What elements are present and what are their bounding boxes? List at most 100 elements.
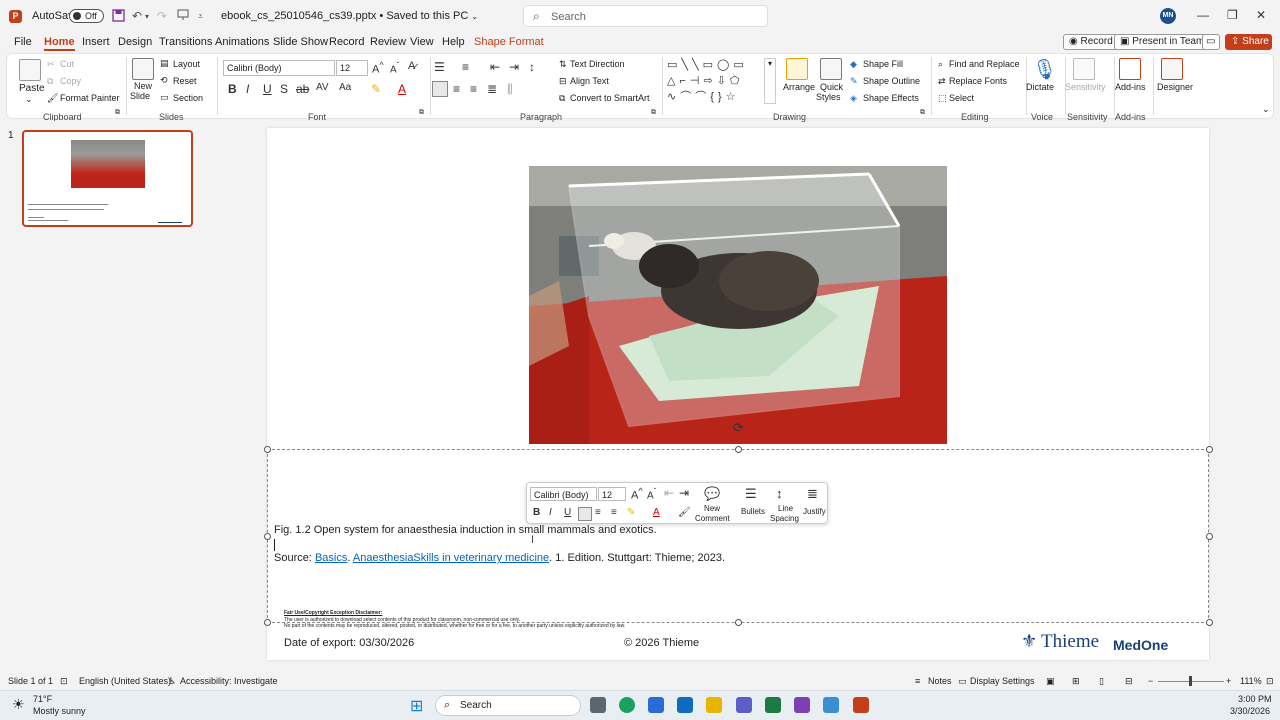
align-center-icon[interactable]: ≡: [453, 82, 460, 96]
layout-label[interactable]: Layout: [173, 59, 200, 69]
mini-decrease-indent-icon[interactable]: ⇤: [664, 486, 674, 500]
resize-handle[interactable]: [1206, 533, 1213, 540]
mini-justify-icon[interactable]: ≣: [807, 486, 818, 502]
select-label[interactable]: Select: [949, 93, 974, 103]
share-button[interactable]: ⇪ Share: [1225, 34, 1272, 50]
mini-align-right-icon[interactable]: ≡: [611, 507, 617, 518]
font-size-combo[interactable]: 12: [336, 60, 368, 76]
resize-handle[interactable]: [1206, 619, 1213, 626]
shape-effects-label[interactable]: Shape Effects: [863, 93, 919, 103]
increase-font-icon[interactable]: A^: [372, 60, 384, 76]
snipping-tool-icon[interactable]: [823, 697, 839, 713]
customize-qat-icon[interactable]: ⩡: [198, 11, 203, 22]
quick-styles-label[interactable]: Quick: [820, 82, 843, 92]
present-from-start-icon[interactable]: [177, 9, 189, 24]
text-direction-label[interactable]: Text Direction: [570, 59, 625, 69]
shapes-gallery-scroll[interactable]: ▾: [764, 58, 776, 104]
shape-outline-label[interactable]: Shape Outline: [863, 76, 920, 86]
clock-date[interactable]: 3/30/2026: [1230, 706, 1270, 716]
italic-icon[interactable]: I: [246, 82, 249, 96]
shapes-gallery[interactable]: ▭╲╲▭◯▭ △⌐⊣⇨⇩⬠ ∿⌒⌒{}☆: [667, 57, 767, 107]
document-title[interactable]: ebook_cs_25010546_cs39.pptx • Saved to t…: [221, 10, 478, 22]
resize-handle[interactable]: [264, 619, 271, 626]
arrange-label[interactable]: Arrange: [783, 82, 815, 92]
powerpoint-taskbar-icon[interactable]: [853, 697, 869, 713]
microphone-icon[interactable]: 🎙: [1032, 57, 1057, 82]
rotate-handle-icon[interactable]: ⟳: [733, 420, 744, 436]
tab-slide-show[interactable]: Slide Show: [273, 36, 328, 48]
change-case-icon[interactable]: Aa: [339, 82, 351, 93]
paste-icon[interactable]: [19, 59, 41, 81]
display-settings-button[interactable]: Display Settings: [970, 676, 1035, 686]
notes-button[interactable]: Notes: [928, 676, 952, 686]
tab-help[interactable]: Help: [442, 36, 465, 48]
tab-home[interactable]: Home: [44, 36, 75, 51]
resize-handle[interactable]: [735, 446, 742, 453]
mini-underline-icon[interactable]: U: [564, 507, 571, 518]
font-name-combo[interactable]: Calibri (Body): [223, 60, 335, 76]
mini-format-painter-icon[interactable]: 🖌: [678, 507, 691, 518]
resize-handle[interactable]: [1206, 446, 1213, 453]
increase-indent-icon[interactable]: ⇥: [509, 60, 519, 74]
find-replace-label[interactable]: Find and Replace: [949, 59, 1020, 69]
mini-line-spacing-icon[interactable]: ↕: [776, 486, 783, 501]
collapse-ribbon-icon[interactable]: ⌄: [1262, 104, 1270, 115]
shape-fill-label[interactable]: Shape Fill: [863, 59, 903, 69]
present-in-teams-button[interactable]: ▣ Present in Teams: [1114, 34, 1216, 50]
reset-label[interactable]: Reset: [173, 76, 197, 86]
source-citation[interactable]: Source: Basics. AnaesthesiaSkills in vet…: [274, 552, 725, 564]
slideshow-view-icon[interactable]: ⊟: [1125, 676, 1133, 687]
mini-font-combo[interactable]: Calibri (Body): [530, 487, 597, 501]
bullets-icon[interactable]: ☰: [434, 60, 445, 74]
new-comment-label2[interactable]: Comment: [695, 514, 730, 523]
task-view-icon[interactable]: [590, 697, 606, 713]
paragraph-launcher-icon[interactable]: ⧉: [651, 109, 656, 117]
clear-formatting-icon[interactable]: A̷: [408, 60, 415, 72]
sensitivity-label[interactable]: Sensitivity: [1065, 82, 1106, 92]
decrease-font-icon[interactable]: Aˇ: [390, 60, 399, 75]
new-comment-icon[interactable]: 💬: [704, 486, 720, 502]
mini-highlight-icon[interactable]: ✎: [627, 507, 635, 518]
new-slide-icon[interactable]: [132, 58, 154, 80]
font-launcher-icon[interactable]: ⧉: [419, 109, 424, 117]
mini-align-left-icon[interactable]: [578, 507, 592, 521]
zoom-slider-thumb[interactable]: [1189, 676, 1192, 686]
mini-align-center-icon[interactable]: ≡: [595, 507, 601, 518]
strikethrough-icon[interactable]: ab: [296, 82, 309, 96]
line-spacing-label2[interactable]: Spacing: [770, 514, 799, 523]
section-label[interactable]: Section: [173, 93, 203, 103]
align-right-icon[interactable]: ≡: [470, 82, 477, 96]
tab-animations[interactable]: Animations: [215, 36, 269, 48]
new-comment-label[interactable]: New: [704, 504, 720, 513]
mini-increase-indent-icon[interactable]: ⇥: [679, 486, 689, 500]
accessibility-label[interactable]: Accessibility: Investigate: [180, 676, 278, 686]
numbering-icon[interactable]: ≡: [462, 60, 469, 74]
tab-review[interactable]: Review: [370, 36, 406, 48]
replace-fonts-label[interactable]: Replace Fonts: [949, 76, 1007, 86]
mini-decrease-font-icon[interactable]: Aˇ: [647, 486, 656, 501]
calculator-icon[interactable]: [765, 697, 781, 713]
addins-label[interactable]: Add-ins: [1115, 82, 1146, 92]
undo-dropdown-icon[interactable]: ▾: [145, 12, 149, 21]
slide-sorter-icon[interactable]: ⊞: [1072, 676, 1080, 687]
mini-bullets-icon[interactable]: ☰: [745, 486, 757, 502]
drawing-launcher-icon[interactable]: ⧉: [920, 109, 925, 117]
source-link-book[interactable]: AnaesthesiaSkills in veterinary medicine: [353, 552, 549, 564]
new-slide-label[interactable]: New: [134, 81, 152, 91]
fit-to-window-icon[interactable]: ⊡: [1266, 676, 1274, 687]
slide-canvas[interactable]: ⟳ Fig. 1.2 Open system for anaesthesia i…: [264, 128, 1213, 660]
zoom-in-icon[interactable]: +: [1226, 676, 1231, 686]
font-color-icon[interactable]: A: [398, 82, 406, 96]
resize-handle[interactable]: [735, 619, 742, 626]
language-label[interactable]: English (United States): [79, 676, 171, 686]
reading-view-icon[interactable]: ▯: [1099, 676, 1104, 687]
store-icon[interactable]: [648, 697, 664, 713]
avatar[interactable]: MN: [1160, 8, 1176, 24]
redo-icon[interactable]: ↷: [157, 9, 167, 23]
caption-textbox[interactable]: [264, 446, 1213, 626]
character-spacing-icon[interactable]: AV: [316, 82, 329, 93]
cut-label[interactable]: Cut: [60, 59, 74, 69]
clipboard-launcher-icon[interactable]: ⧉: [115, 109, 120, 117]
search-input[interactable]: ⌕ Search: [523, 5, 768, 27]
mini-size-combo[interactable]: 12: [598, 487, 626, 501]
